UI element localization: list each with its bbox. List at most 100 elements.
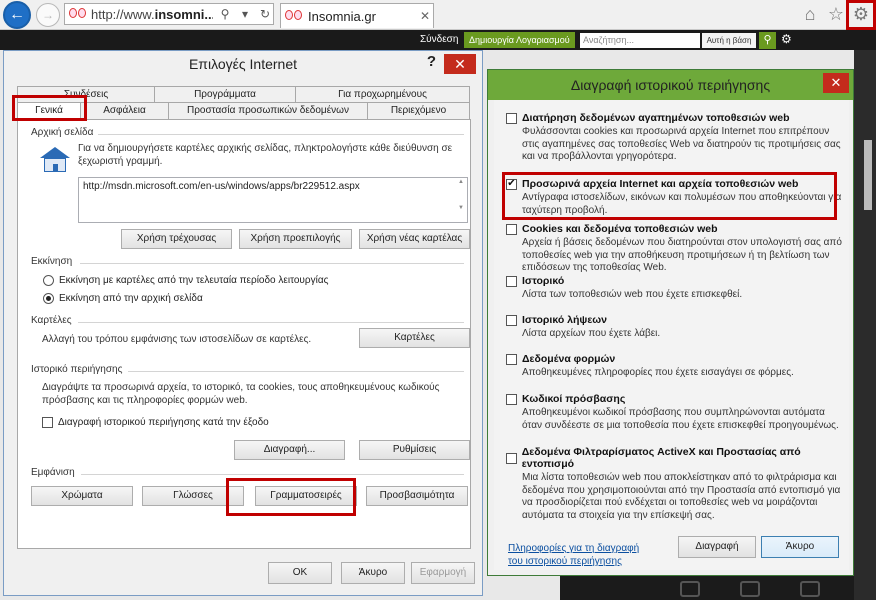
option-description: Λίστα αρχείων που έχετε λάβει. (522, 328, 661, 339)
home-section-title: Αρχική σελίδα (31, 127, 94, 138)
divider (98, 134, 464, 135)
option-description: Αρχεία ή βάσεις δεδομένων που διατηρούντ… (522, 237, 842, 273)
option-label[interactable]: Ιστορικό λήψεων (522, 314, 607, 326)
option-label[interactable]: Δεδομένα φορμών (522, 353, 615, 365)
checkbox-icon[interactable] (506, 353, 517, 365)
browser-toolbar: ← → http://www.insomni... ⚲ ▾ ↻ Insomnia… (0, 0, 876, 30)
option-label[interactable]: Cookies και δεδομένα τοποθεσιών web (522, 223, 718, 235)
startup-home-page-radio[interactable]: Εκκίνηση από την αρχική σελίδα (43, 293, 203, 304)
option-passwords: Κωδικοί πρόσβασης Αποθηκευμένοι κωδικοί … (506, 393, 846, 432)
option-download-history: Ιστορικό λήψεων Λίστα αρχείων που έχετε … (506, 314, 846, 341)
accessibility-button[interactable]: Προσβασιμότητα (366, 486, 468, 506)
tab-close-icon[interactable]: ✕ (417, 9, 433, 23)
tabs-description: Αλλαγή του τρόπου εμφάνισης των ιστοσελί… (42, 334, 312, 345)
delete-history-button[interactable]: Διαγραφή... (234, 440, 345, 460)
checkbox-icon[interactable] (506, 223, 517, 235)
use-current-button[interactable]: Χρήση τρέχουσας (121, 229, 232, 249)
history-description: Διαγράψτε τα προσωρινά αρχεία, το ιστορι… (42, 382, 440, 406)
option-cookies: Cookies και δεδομένα τοποθεσιών web Αρχε… (506, 223, 846, 275)
browser-tab[interactable]: Insomnia.gr ✕ (280, 3, 434, 28)
checkbox-icon[interactable] (506, 112, 517, 124)
divider (128, 371, 464, 372)
delete-on-exit-checkbox[interactable]: Διαγραφή ιστορικού περιήγησης κατά την έ… (42, 417, 269, 428)
appearance-section-title: Εμφάνιση (31, 467, 75, 478)
dialog-title: Διαγραφή ιστορικού περιήγησης (570, 77, 771, 93)
option-preserve-favorites: Διατήρηση δεδομένων αγαπημένων τοποθεσιώ… (506, 112, 846, 164)
checkbox-icon[interactable] (506, 275, 517, 287)
startup-section-title: Εκκίνηση (31, 256, 73, 267)
option-description: Αποθηκευμένες πληροφορίες που έχετε εισα… (522, 367, 794, 378)
register-button[interactable]: Δημιουργία Λογαριασμού (464, 32, 575, 48)
temp-files-highlight (502, 172, 837, 220)
option-form-data: Δεδομένα φορμών Αποθηκευμένες πληροφορίε… (506, 353, 846, 380)
colors-button[interactable]: Χρώματα (31, 486, 133, 506)
option-description: Μια λίστα τοποθεσιών web που αποκλείστηκ… (522, 472, 841, 521)
site-search-input[interactable]: Αναζήτηση... (580, 33, 700, 48)
option-label[interactable]: Ιστορικό (522, 275, 564, 287)
site-header: Σύνδεση Δημιουργία Λογαριασμού Αναζήτηση… (0, 30, 876, 50)
divider (81, 474, 464, 475)
help-button[interactable]: ? (427, 53, 436, 70)
options-panel: Διατήρηση δεδομένων αγαπημένων τοποθεσιώ… (494, 100, 849, 570)
login-link[interactable]: Σύνδεση (420, 34, 458, 45)
option-label[interactable]: Δεδομένα Φιλτραρίσματος ActiveX και Προσ… (522, 446, 846, 470)
home-page-url[interactable]: http://msdn.microsoft.com/en-us/windows/… (83, 181, 360, 192)
dialog-title: Επιλογές Internet (188, 56, 298, 72)
use-new-tab-button[interactable]: Χρήση νέας καρτέλας (359, 229, 470, 249)
checkbox-icon[interactable] (506, 452, 517, 464)
close-icon[interactable]: ✕ (444, 54, 476, 74)
site-settings-icon[interactable]: ⚙ (781, 32, 792, 46)
scrollbar-thumb[interactable] (864, 140, 872, 210)
back-button[interactable]: ← (3, 1, 31, 29)
gear-highlight (846, 0, 876, 30)
home-page-textarea[interactable]: http://msdn.microsoft.com/en-us/windows/… (78, 177, 468, 223)
home-icon[interactable]: ⌂ (798, 2, 822, 26)
tab-privacy[interactable]: Προστασία προσωπικών δεδομένων (168, 102, 368, 119)
option-description: Φυλάσσονται cookies και προσωρινά αρχεία… (522, 126, 841, 162)
tab-advanced[interactable]: Για προχωρημένους (295, 86, 470, 103)
delete-button[interactable]: Διαγραφή (678, 536, 756, 558)
option-label[interactable]: Κωδικοί πρόσβασης (522, 393, 625, 405)
ok-button[interactable]: OK (268, 562, 332, 584)
device-icon (800, 581, 820, 597)
radio-selected-icon[interactable] (43, 293, 54, 304)
option-label[interactable]: Διατήρηση δεδομένων αγαπημένων τοποθεσιώ… (522, 112, 790, 124)
cancel-button[interactable]: Άκυρο (761, 536, 839, 558)
startup-last-session-radio[interactable]: Εκκίνηση με καρτέλες από την τελευταία π… (43, 275, 328, 286)
checkbox-icon[interactable] (506, 393, 517, 405)
option-description: Λίστα των τοποθεσιών web που έχετε επισκ… (522, 289, 743, 300)
search-icon[interactable]: ⚲ (217, 7, 233, 21)
tab-programs[interactable]: Προγράμματα (154, 86, 296, 103)
forward-button[interactable]: → (36, 3, 60, 27)
option-description: Αποθηκευμένοι κωδικοί πρόσβασης που συμπ… (522, 407, 839, 431)
address-url[interactable]: http://www.insomni... (91, 7, 213, 22)
textarea-scrollbar[interactable]: ▲ ▼ (456, 179, 466, 221)
apply-button[interactable]: Εφαρμογή (411, 562, 475, 584)
checkbox-icon[interactable] (506, 314, 517, 326)
radio-icon[interactable] (43, 275, 54, 286)
refresh-icon[interactable]: ↻ (257, 7, 273, 21)
tab-title: Insomnia.gr (308, 8, 376, 24)
checkbox-icon[interactable] (42, 417, 53, 428)
internet-options-dialog: Επιλογές Internet ? ✕ Συνδέσεις Προγράμμ… (3, 50, 483, 596)
favorites-star-icon[interactable]: ☆ (824, 2, 848, 26)
use-default-button[interactable]: Χρήση προεπιλογής (239, 229, 352, 249)
home-description: Για να δημιουργήσετε καρτέλες αρχικής σε… (78, 143, 453, 167)
tab-favicon-icon (285, 10, 303, 22)
history-section-title: Ιστορικό περιήγησης (31, 364, 123, 375)
home-page-icon (40, 147, 70, 173)
page-scrollbar[interactable] (854, 50, 876, 600)
site-search-button[interactable]: ⚲ (759, 32, 776, 49)
tab-content[interactable]: Περιεχόμενο (367, 102, 470, 119)
site-search-scope[interactable]: Αυτή η βάση (702, 33, 756, 48)
history-settings-button[interactable]: Ρυθμίσεις (359, 440, 470, 460)
address-bar[interactable]: http://www.insomni... ⚲ ▾ ↻ (64, 3, 274, 25)
cancel-button[interactable]: Άκυρο (341, 562, 405, 584)
tab-security[interactable]: Ασφάλεια (80, 102, 169, 119)
close-icon[interactable]: ✕ (823, 73, 849, 93)
tabs-button[interactable]: Καρτέλες (359, 328, 470, 348)
dropdown-icon[interactable]: ▾ (237, 7, 253, 21)
delete-history-info-link[interactable]: Πληροφορίες για τη διαγραφή του ιστορικο… (508, 542, 648, 568)
general-tab-highlight (12, 95, 87, 121)
option-activex-tracking: Δεδομένα Φιλτραρίσματος ActiveX και Προσ… (506, 446, 846, 522)
